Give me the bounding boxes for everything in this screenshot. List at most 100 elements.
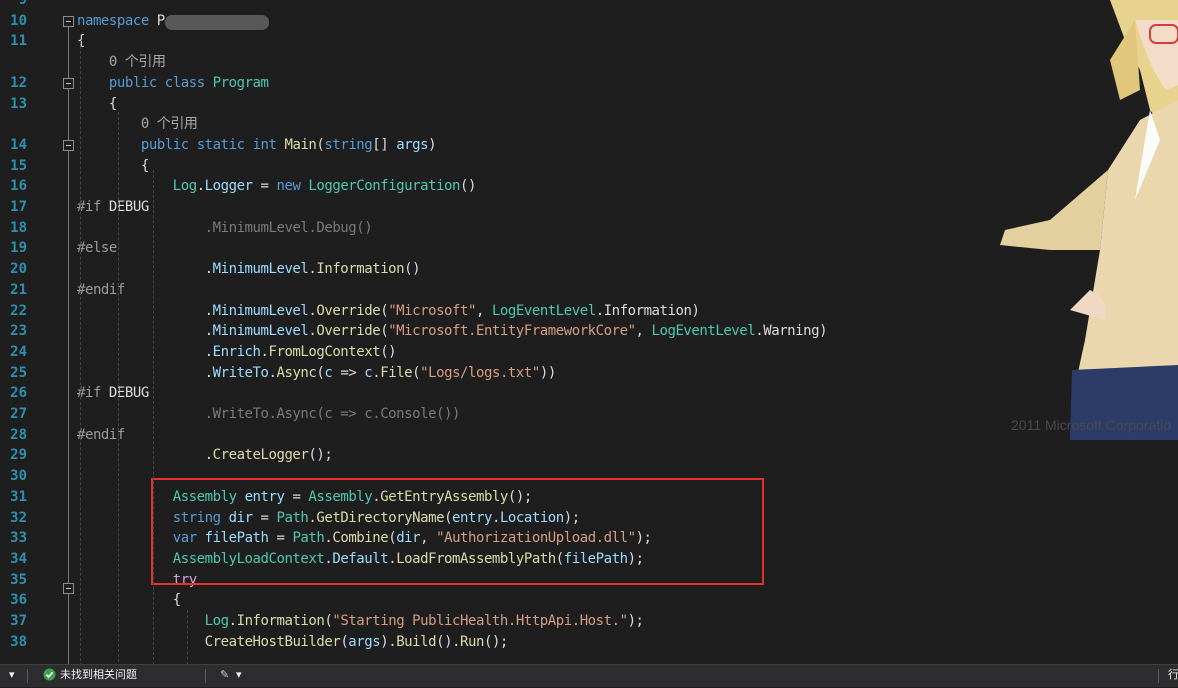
no-issues-check-icon	[43, 668, 56, 681]
reference-count-label[interactable]: 0 个引用	[77, 114, 198, 135]
code-token: .	[77, 364, 213, 381]
collapse-toggle-icon[interactable]	[63, 140, 74, 151]
code-token: )	[819, 323, 828, 340]
code-token: (	[380, 302, 389, 319]
code-token: Warning	[763, 323, 820, 340]
code-line-21[interactable]: 21 #endif	[0, 280, 1178, 301]
code-line-14[interactable]: 14 public static int Main(string[] args)	[0, 135, 1178, 156]
outline-bar	[68, 27, 69, 664]
code-token: .	[228, 613, 237, 629]
code-text: public class Program	[77, 73, 269, 94]
status-dropdown-icon[interactable]: ▾	[9, 665, 15, 687]
code-line-25[interactable]: 25 .WriteTo.Async(c => c.File("Logs/logs…	[0, 363, 1178, 384]
code-line-26[interactable]: 26 #if DEBUG	[0, 383, 1178, 404]
code-token: Enrich	[212, 343, 261, 360]
code-token: MinimumLevel	[212, 261, 309, 278]
code-token: Information	[316, 261, 405, 278]
code-line-9[interactable]: 9	[0, 0, 1178, 11]
code-token: .MinimumLevel.Debug()	[77, 219, 373, 236]
code-line-20[interactable]: 20 .MinimumLevel.Information()	[0, 259, 1178, 280]
code-token: LogEventLevel	[491, 302, 596, 319]
line-number: 35	[10, 571, 27, 588]
code-line-29[interactable]: 29 .CreateLogger();	[0, 445, 1178, 466]
code-token: #if	[77, 385, 109, 402]
line-number: 13	[10, 95, 27, 112]
code-text: .MinimumLevel.Information()	[77, 259, 421, 280]
indent-guide	[80, 36, 81, 664]
code-token: Override	[316, 323, 381, 340]
code-text: #else	[77, 238, 117, 259]
code-line-19[interactable]: 19 #else	[0, 238, 1178, 259]
code-token: "Starting PublicHealth.HttpApi.Host."	[332, 613, 628, 629]
line-number: 20	[10, 261, 27, 278]
code-line-27[interactable]: 27 .WriteTo.Async(c => c.Console())	[0, 404, 1178, 425]
code-line-23[interactable]: 23 .MinimumLevel.Override("Microsoft.Ent…	[0, 321, 1178, 342]
code-line-12[interactable]: 12 public class Program	[0, 73, 1178, 94]
code-token: .	[77, 447, 213, 464]
line-number: 26	[10, 385, 27, 402]
line-number: 16	[10, 178, 27, 195]
code-line-24[interactable]: 24 .Enrich.FromLogContext()	[0, 342, 1178, 363]
brush-dropdown-icon[interactable]: ▾	[236, 665, 242, 687]
line-number: 29	[10, 447, 27, 464]
code-text: CreateHostBuilder(args).Build().Run();	[77, 632, 509, 653]
code-editor[interactable]: 2011 Microsoft Corporatio 9 10 namespace P…	[0, 0, 1178, 664]
code-token: args	[396, 136, 429, 153]
code-token: Information	[603, 302, 692, 319]
code-lens-reference: 0 个引用	[0, 114, 1178, 135]
brush-icon[interactable]: ✎	[220, 665, 229, 687]
collapse-toggle-icon[interactable]	[63, 583, 74, 594]
code-line-17[interactable]: 17 #if DEBUG	[0, 197, 1178, 218]
collapse-toggle-icon[interactable]	[63, 78, 74, 89]
code-line-11[interactable]: 11{	[0, 31, 1178, 52]
code-token: ().	[436, 633, 461, 650]
line-number: 38	[10, 633, 27, 650]
code-token: ()	[380, 343, 397, 360]
code-token: CreateLogger	[212, 447, 309, 464]
code-token: {	[77, 592, 181, 609]
code-line-15[interactable]: 15 {	[0, 156, 1178, 177]
code-token: #else	[77, 240, 117, 257]
code-text: .MinimumLevel.Debug()	[77, 218, 373, 239]
line-number: 22	[10, 302, 27, 319]
code-line-16[interactable]: 16 Log.Logger = new LoggerConfiguration(…	[0, 176, 1178, 197]
line-number: 19	[10, 240, 27, 257]
line-number: 34	[10, 550, 27, 567]
code-line-28[interactable]: 28 #endif	[0, 425, 1178, 446]
code-token: args	[348, 633, 381, 650]
code-token: WriteTo	[212, 364, 269, 381]
code-text: namespace P	[77, 11, 165, 32]
code-token: namespace	[77, 12, 157, 29]
code-line-13[interactable]: 13 {	[0, 94, 1178, 115]
line-number: 36	[10, 592, 27, 609]
line-number: 18	[10, 219, 27, 236]
code-line-36[interactable]: 36 {	[0, 590, 1178, 611]
code-token: 0 个引用	[77, 54, 166, 71]
code-token: Override	[316, 302, 381, 319]
indent-guide	[153, 170, 154, 664]
code-token: );	[627, 613, 644, 629]
code-token: Log	[204, 613, 229, 629]
code-token: public	[108, 74, 165, 91]
reference-count-label[interactable]: 0 个引用	[77, 52, 166, 73]
code-line-22[interactable]: 22 .MinimumLevel.Override("Microsoft", L…	[0, 301, 1178, 322]
code-line-37[interactable]: 37 Log.Information("Starting PublicHealt…	[0, 611, 1178, 632]
line-number: 25	[10, 364, 27, 381]
code-line-38[interactable]: 38 CreateHostBuilder(args).Build().Run()…	[0, 632, 1178, 653]
line-number: 32	[10, 509, 27, 526]
code-line-18[interactable]: 18 .MinimumLevel.Debug()	[0, 218, 1178, 239]
collapse-toggle-icon[interactable]	[63, 16, 74, 27]
issues-status-text[interactable]: 未找到相关问题	[60, 665, 137, 687]
line-number: 37	[10, 613, 27, 629]
code-lens-reference: 0 个引用	[0, 52, 1178, 73]
line-number: 28	[10, 426, 27, 443]
code-token: CreateHostBuilder	[204, 633, 341, 650]
code-token: "Microsoft.EntityFrameworkCore"	[388, 323, 636, 340]
line-number: 14	[10, 136, 27, 153]
code-token: .WriteTo.Async(c => c.Console())	[77, 406, 461, 422]
code-token: DEBUG	[108, 385, 149, 402]
code-token: =	[252, 178, 277, 195]
code-token: static	[196, 136, 253, 153]
